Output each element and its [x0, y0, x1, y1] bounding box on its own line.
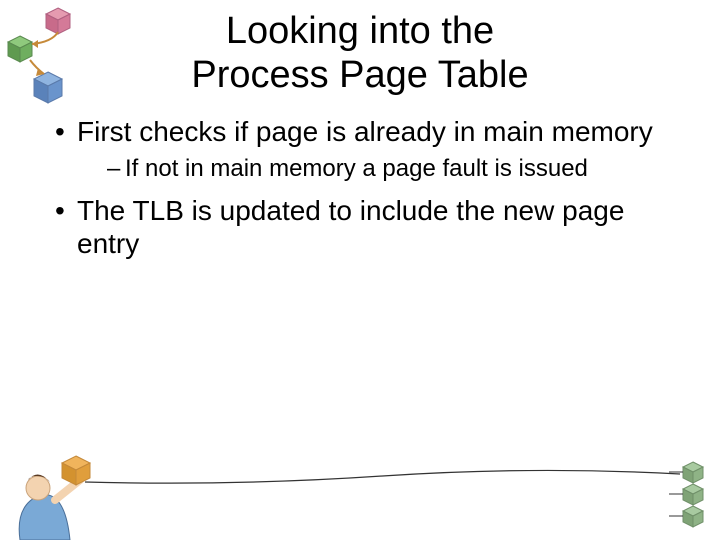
decorative-cubes-top-left	[2, 2, 102, 112]
decorative-stack-bottom-right	[663, 458, 718, 538]
slide-title: Looking into the Process Page Table	[0, 0, 720, 97]
decorative-person-bottom-left	[0, 450, 110, 540]
decorative-connector-line	[85, 468, 680, 488]
title-line-1: Looking into the	[226, 10, 494, 52]
sub-bullet-text: If not in main memory a page fault is is…	[125, 155, 588, 182]
bullet-text: First checks if page is already in main …	[77, 116, 653, 147]
bullet-text: The TLB is updated to include the new pa…	[77, 195, 624, 260]
sub-bullet-item: If not in main memory a page fault is is…	[107, 155, 690, 184]
title-line-2: Process Page Table	[191, 54, 528, 96]
slide: Looking into the Process Page Table Firs…	[0, 0, 720, 540]
bullet-item: The TLB is updated to include the new pa…	[55, 194, 690, 261]
slide-body: First checks if page is already in main …	[0, 97, 720, 261]
bullet-item: First checks if page is already in main …	[55, 115, 690, 183]
